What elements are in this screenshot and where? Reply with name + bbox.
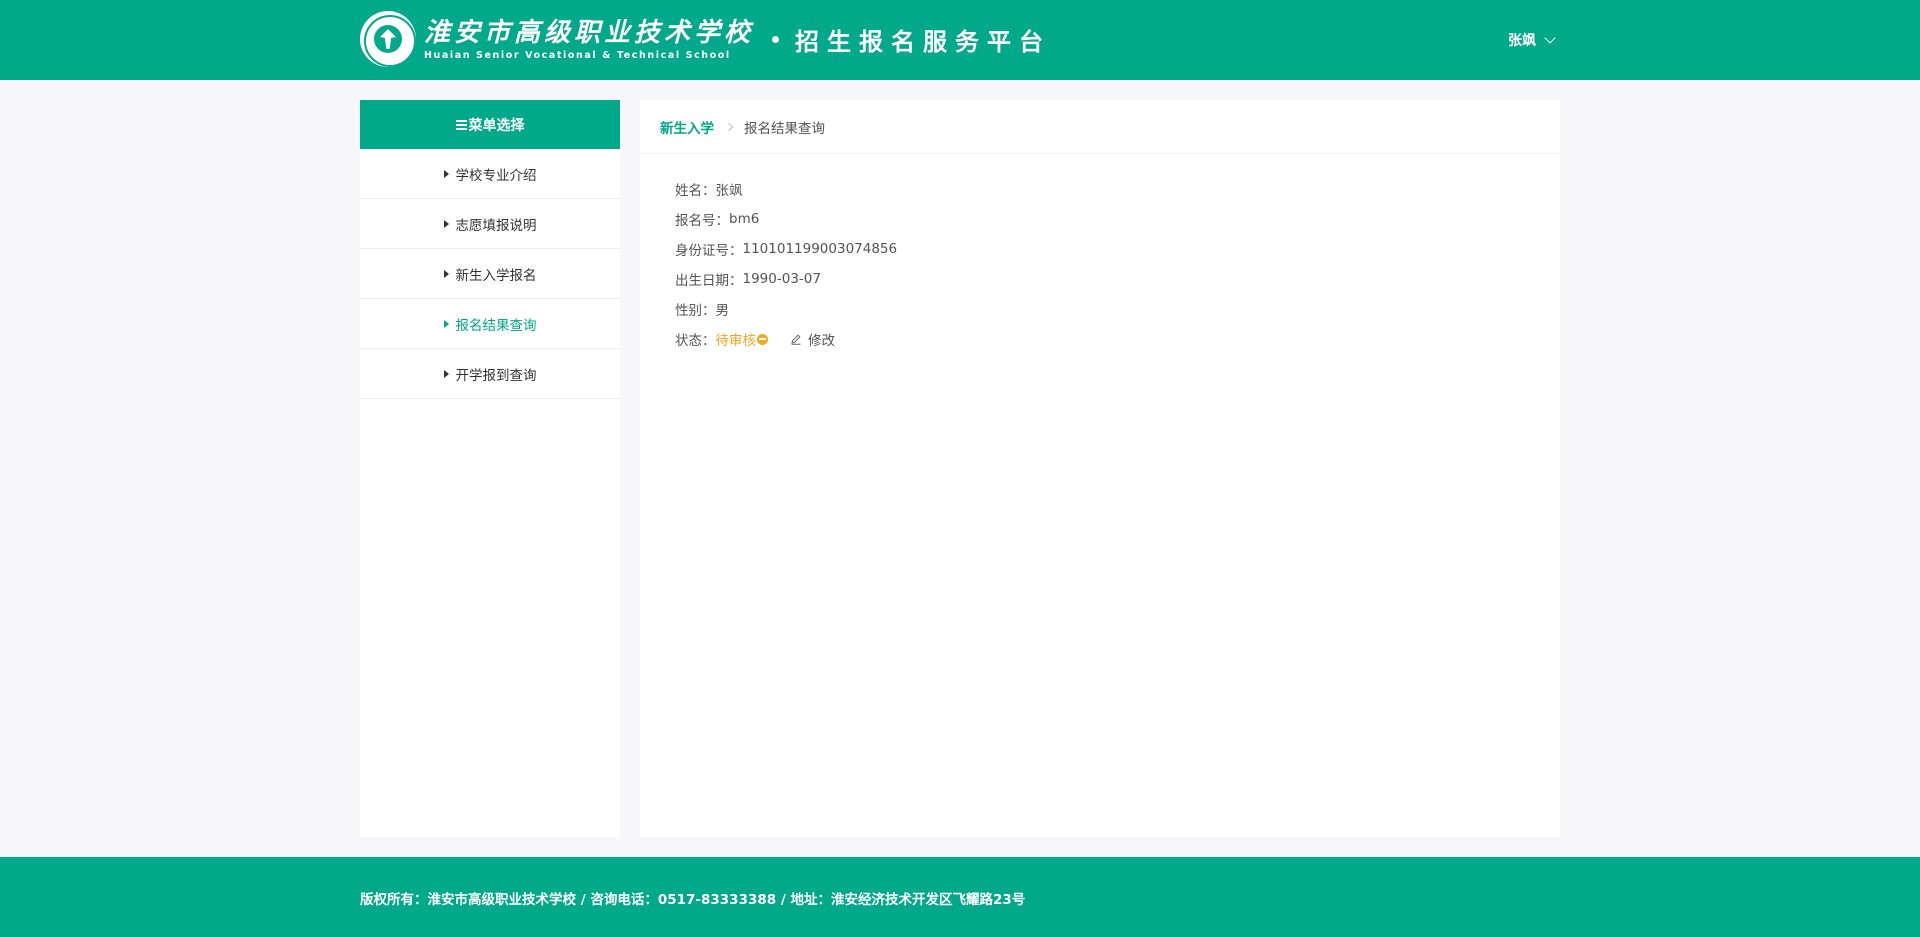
breadcrumb-current: 报名结果查询 <box>744 120 825 137</box>
triangle-right-icon <box>443 369 449 378</box>
triangle-right-icon <box>443 219 449 228</box>
edit-label[interactable]: 修改 <box>808 329 835 349</box>
sidebar-item-label[interactable]: 新生入学报名 <box>456 264 537 284</box>
school-seal-logo <box>360 11 416 67</box>
sidebar-item-result-query[interactable]: 报名结果查询 <box>360 299 620 349</box>
sidebar-item-school-majors[interactable]: 学校专业介绍 <box>360 149 620 199</box>
footer-text: 版权所有：淮安市高级职业技术学校 / 咨询电话：0517-83333388 / … <box>360 892 1026 908</box>
sidebar-header: 菜单选择 <box>360 100 620 149</box>
name-value: 张飒 <box>715 183 743 199</box>
gender-label: 性别： <box>675 303 716 319</box>
main-panel: 新生入学 报名结果查询 姓名： 张飒 报名号： bm6 身份证号： 110101… <box>640 100 1560 837</box>
triangle-right-icon <box>443 169 449 178</box>
birth-date-value: 1990-03-07 <box>742 271 821 287</box>
separator-dot <box>772 35 780 43</box>
footer: 版权所有：淮安市高级职业技术学校 / 咨询电话：0517-83333388 / … <box>0 857 1920 937</box>
id-number-label: 身份证号： <box>675 243 743 259</box>
registration-info: 姓名： 张飒 报名号： bm6 身份证号： 110101199003074856… <box>640 154 1560 354</box>
sidebar-item-label[interactable]: 志愿填报说明 <box>456 214 537 234</box>
sidebar-item-label[interactable]: 开学报到查询 <box>456 364 537 384</box>
school-name-cn: 淮安市高级职业技术学校 <box>424 17 755 48</box>
reg-number-label: 报名号： <box>675 213 729 229</box>
birth-date-label: 出生日期： <box>675 273 743 289</box>
breadcrumb: 新生入学 报名结果查询 <box>640 100 1560 154</box>
grid-icon <box>455 119 467 130</box>
info-row-reg-number: 报名号： bm6 <box>675 204 1560 234</box>
logo[interactable]: 淮安市高级职业技术学校 Huaian Senior Vocational & T… <box>360 10 1051 68</box>
info-row-status: 状态： 待审核 修改 <box>675 324 1560 354</box>
sidebar-item-application-guide[interactable]: 志愿填报说明 <box>360 199 620 249</box>
sidebar-item-checkin-query[interactable]: 开学报到查询 <box>360 349 620 399</box>
name-label: 姓名： <box>675 183 716 199</box>
triangle-right-icon <box>443 319 449 328</box>
header: 淮安市高级职业技术学校 Huaian Senior Vocational & T… <box>0 0 1920 80</box>
edit-icon <box>791 334 801 345</box>
user-name[interactable]: 张飒 <box>1508 30 1536 50</box>
status-value: 待审核 <box>715 333 757 349</box>
sidebar: 菜单选择 学校专业介绍 志愿填报说明 新生入学报名 报名结果查询 开学报到查询 <box>360 100 620 837</box>
sidebar-title: 菜单选择 <box>468 117 525 134</box>
info-row-name: 姓名： 张飒 <box>675 174 1560 204</box>
edit-button[interactable]: 修改 <box>790 329 835 349</box>
school-name-en: Huaian Senior Vocational & Technical Sch… <box>424 49 731 61</box>
pending-icon <box>757 333 768 345</box>
platform-name: 招生报名服务平台 <box>795 26 1052 56</box>
gender-value: 男 <box>715 303 730 319</box>
reg-number-value: bm6 <box>729 211 760 227</box>
sidebar-item-new-registration[interactable]: 新生入学报名 <box>360 249 620 299</box>
school-name: 淮安市高级职业技术学校 Huaian Senior Vocational & T… <box>424 17 754 62</box>
status-label: 状态： <box>675 333 716 349</box>
user-menu[interactable]: 张飒 <box>1508 30 1556 50</box>
chevron-down-icon[interactable] <box>1544 32 1556 44</box>
sidebar-item-label[interactable]: 学校专业介绍 <box>456 164 537 184</box>
platform-title: 招生报名服务平台 <box>772 22 1051 57</box>
info-row-birth-date: 出生日期： 1990-03-07 <box>675 264 1560 294</box>
triangle-right-icon <box>443 269 449 278</box>
sidebar-item-label[interactable]: 报名结果查询 <box>456 314 537 334</box>
id-number-value: 110101199003074856 <box>742 241 898 257</box>
chevron-right-icon <box>724 122 734 131</box>
info-row-id-number: 身份证号： 110101199003074856 <box>675 234 1560 264</box>
breadcrumb-parent[interactable]: 新生入学 <box>660 117 714 137</box>
info-row-gender: 性别： 男 <box>675 294 1560 324</box>
